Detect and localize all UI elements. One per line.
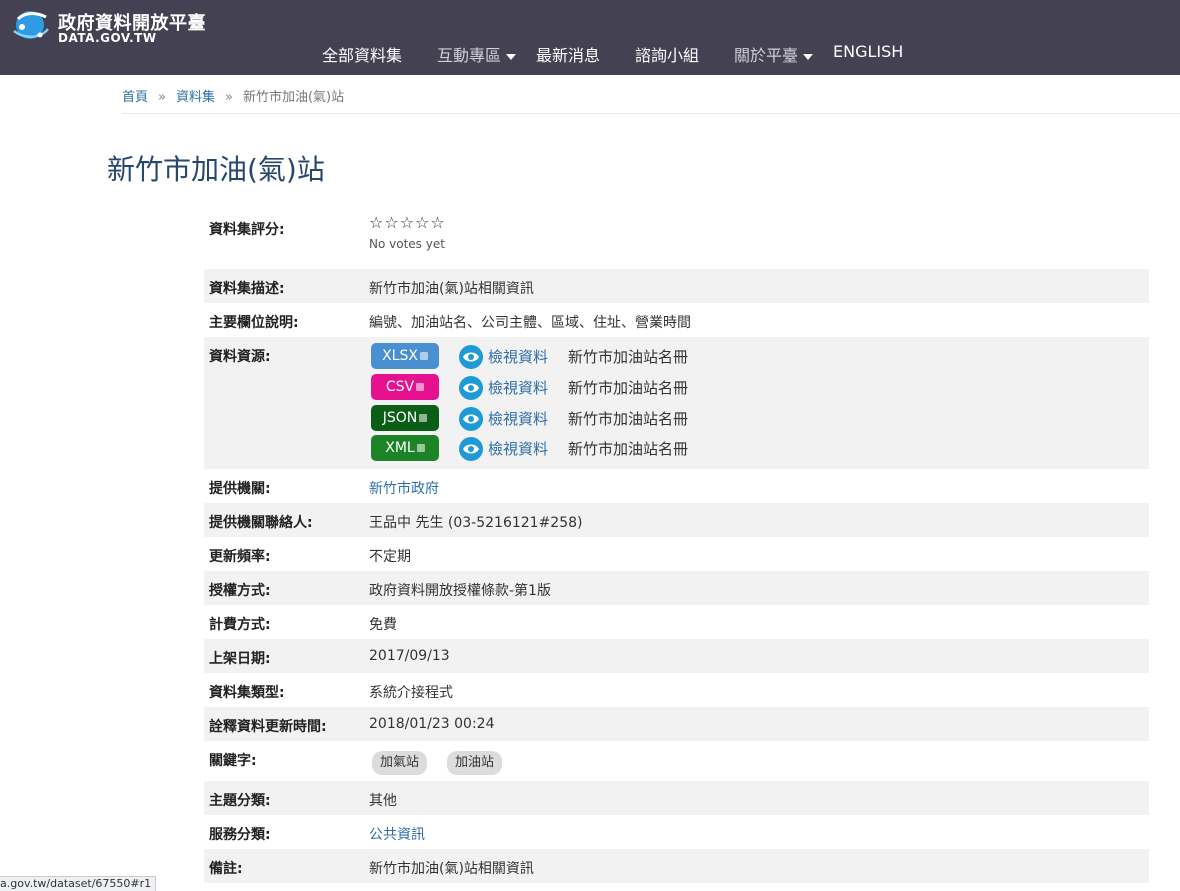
- frequency-label: 更新頻率:: [209, 549, 271, 565]
- view-data-link[interactable]: 檢視資料: [488, 408, 548, 429]
- eye-icon[interactable]: [459, 376, 483, 400]
- breadcrumb-separator: »: [158, 90, 166, 105]
- service-link[interactable]: 公共資訊: [369, 827, 425, 843]
- description-label: 資料集描述:: [209, 281, 285, 297]
- external-link-icon: [416, 444, 425, 452]
- breadcrumb-current: 新竹市加油(氣)站: [242, 90, 345, 105]
- fee-value: 免費: [369, 617, 397, 633]
- main-nav: 全部資料集 互動專區 最新消息 諮詢小組 關於平臺 ENGLISH: [0, 40, 1180, 66]
- row-type: 資料集類型: 系統介接程式: [204, 673, 1149, 707]
- nav-advisory[interactable]: 諮詢小組: [635, 42, 699, 66]
- eye-icon[interactable]: [459, 345, 483, 369]
- resource-name: 新竹市加油站名冊: [568, 348, 689, 366]
- license-value: 政府資料開放授權條款-第1版: [369, 583, 551, 599]
- format-badge-csv[interactable]: CSV: [371, 374, 439, 400]
- nav-interactive[interactable]: 互動專區: [437, 42, 517, 66]
- format-badge-xlsx[interactable]: XLSX: [371, 343, 439, 369]
- remarks-value: 新竹市加油(氣)站相關資訊: [369, 861, 534, 877]
- eye-icon[interactable]: [459, 437, 483, 461]
- format-label: JSON: [382, 410, 418, 426]
- provider-link[interactable]: 新竹市政府: [369, 481, 439, 497]
- rating-label: 資料集評分:: [209, 222, 285, 238]
- chevron-down-icon: [803, 53, 814, 60]
- row-service: 服務分類: 公共資訊: [204, 815, 1149, 849]
- resources-label: 資料資源:: [209, 349, 271, 365]
- published-label: 上架日期:: [209, 651, 271, 667]
- metadata-updated-value: 2018/01/23 00:24: [369, 716, 495, 732]
- resource-name: 新竹市加油站名冊: [568, 379, 689, 397]
- format-label: CSV: [385, 379, 415, 395]
- nav-about-label: 關於平臺: [734, 46, 799, 65]
- row-description: 資料集描述: 新竹市加油(氣)站相關資訊: [204, 269, 1149, 303]
- resource-name: 新竹市加油站名冊: [568, 440, 689, 458]
- row-resources: 資料資源: XLSX 檢視資料 新竹市加油站名冊 CSV 檢視資料 新竹市加油站…: [204, 337, 1149, 469]
- license-label: 授權方式:: [209, 583, 271, 599]
- service-label: 服務分類:: [209, 827, 271, 843]
- rating-votes-text: No votes yet: [369, 237, 445, 251]
- keyword-tag[interactable]: 加油站: [447, 751, 503, 775]
- keywords-label: 關鍵字:: [209, 753, 257, 769]
- breadcrumb-home[interactable]: 首頁: [122, 90, 148, 105]
- status-url-bar: a.gov.tw/dataset/67550#r1: [0, 876, 157, 891]
- chevron-down-icon: [506, 53, 517, 60]
- breadcrumb-separator: »: [225, 90, 233, 105]
- category-value: 其他: [369, 793, 397, 809]
- breadcrumb-datasets[interactable]: 資料集: [176, 90, 215, 105]
- nav-interactive-label: 互動專區: [437, 46, 502, 65]
- frequency-value: 不定期: [369, 549, 411, 565]
- nav-english[interactable]: ENGLISH: [833, 42, 903, 61]
- row-remarks: 備註: 新竹市加油(氣)站相關資訊: [204, 849, 1149, 883]
- eye-icon[interactable]: [459, 407, 483, 431]
- view-data-link[interactable]: 檢視資料: [488, 438, 548, 459]
- fee-label: 計費方式:: [209, 617, 271, 633]
- nav-all-datasets[interactable]: 全部資料集: [322, 42, 402, 66]
- remarks-label: 備註:: [209, 861, 243, 877]
- dataset-details: 資料集評分: ☆☆☆☆☆ No votes yet 資料集描述: 新竹市加油(氣…: [204, 205, 1149, 883]
- top-header: 政府資料開放平臺 DATA.GOV.TW 全部資料集 互動專區 最新消息 諮詢小…: [0, 0, 1180, 75]
- type-value: 系統介接程式: [369, 685, 453, 701]
- row-category: 主題分類: 其他: [204, 781, 1149, 815]
- description-value: 新竹市加油(氣)站相關資訊: [369, 281, 534, 297]
- contact-label: 提供機關聯絡人:: [209, 515, 313, 531]
- keyword-tag[interactable]: 加氣站: [372, 751, 428, 775]
- page-title: 新竹市加油(氣)站: [107, 153, 325, 186]
- star-rating-icon[interactable]: ☆☆☆☆☆: [369, 213, 446, 232]
- resource-item: XML 檢視資料 新竹市加油站名冊: [371, 435, 1071, 461]
- category-label: 主題分類:: [209, 793, 271, 809]
- type-label: 資料集類型:: [209, 685, 285, 701]
- metadata-updated-label: 詮釋資料更新時間:: [209, 719, 327, 735]
- resource-item: CSV 檢視資料 新竹市加油站名冊: [371, 374, 1071, 400]
- row-fields: 主要欄位說明: 編號、加油站名、公司主體、區域、住址、營業時間: [204, 303, 1149, 337]
- format-label: XLSX: [382, 348, 418, 364]
- resource-name: 新竹市加油站名冊: [568, 410, 689, 428]
- contact-value: 王品中 先生 (03-5216121#258): [369, 515, 583, 531]
- resource-item: XLSX 檢視資料 新竹市加油站名冊: [371, 343, 1071, 369]
- breadcrumb: 首頁 » 資料集 » 新竹市加油(氣)站: [122, 86, 344, 105]
- row-frequency: 更新頻率: 不定期: [204, 537, 1149, 571]
- format-label: XML: [385, 440, 415, 456]
- nav-about[interactable]: 關於平臺: [734, 42, 814, 66]
- format-badge-xml[interactable]: XML: [371, 435, 439, 461]
- fields-label: 主要欄位說明:: [209, 315, 299, 331]
- external-link-icon: [419, 352, 428, 360]
- divider: [122, 113, 1180, 114]
- row-metadata-updated: 詮釋資料更新時間: 2018/01/23 00:24: [204, 707, 1149, 741]
- resource-item: JSON 檢視資料 新竹市加油站名冊: [371, 405, 1071, 431]
- external-link-icon: [419, 414, 428, 422]
- row-contact: 提供機關聯絡人: 王品中 先生 (03-5216121#258): [204, 503, 1149, 537]
- external-link-icon: [416, 383, 425, 391]
- published-value: 2017/09/13: [369, 648, 450, 664]
- view-data-link[interactable]: 檢視資料: [488, 377, 548, 398]
- row-license: 授權方式: 政府資料開放授權條款-第1版: [204, 571, 1149, 605]
- row-keywords: 關鍵字: 加氣站 加油站: [204, 741, 1149, 781]
- view-data-link[interactable]: 檢視資料: [488, 346, 548, 367]
- provider-label: 提供機關:: [209, 481, 271, 497]
- format-badge-json[interactable]: JSON: [371, 405, 439, 431]
- row-provider: 提供機關: 新竹市政府: [204, 469, 1149, 503]
- row-fee: 計費方式: 免費: [204, 605, 1149, 639]
- fields-value: 編號、加油站名、公司主體、區域、住址、營業時間: [369, 315, 691, 331]
- row-rating: 資料集評分: ☆☆☆☆☆ No votes yet: [204, 205, 1149, 263]
- nav-news[interactable]: 最新消息: [536, 42, 600, 66]
- row-published: 上架日期: 2017/09/13: [204, 639, 1149, 673]
